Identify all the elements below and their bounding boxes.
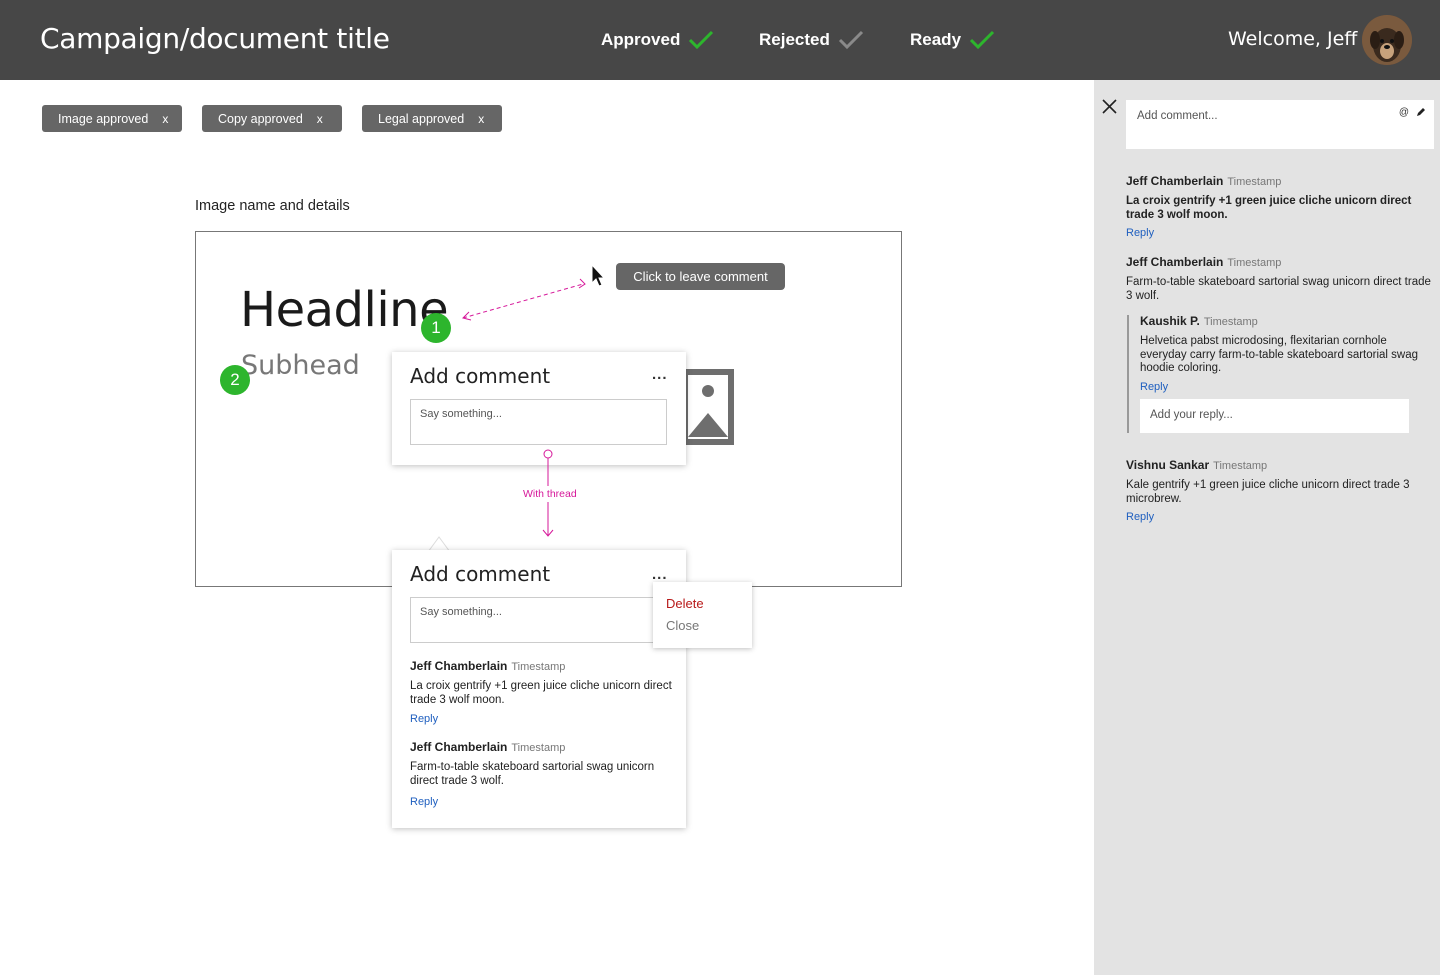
- chip-remove-button[interactable]: x: [162, 112, 168, 126]
- annotation-label: With thread: [523, 488, 577, 500]
- headline-text[interactable]: Headline: [240, 282, 449, 338]
- status-approved[interactable]: Approved: [601, 29, 714, 51]
- comment-text: La croix gentrify +1 green juice cliche …: [410, 680, 672, 706]
- comment-text: Kale gentrify +1 green juice cliche unic…: [1126, 479, 1410, 505]
- more-options-button[interactable]: ...: [652, 566, 668, 583]
- chip-legal-approved: Legal approved x: [362, 105, 502, 132]
- at-icon[interactable]: @: [1399, 107, 1409, 118]
- comment-timestamp: Timestamp: [1227, 257, 1282, 269]
- comment-author: Jeff Chamberlain: [410, 740, 508, 754]
- comment-pin-2[interactable]: 2: [220, 365, 250, 395]
- chip-remove-button[interactable]: x: [478, 112, 484, 126]
- chip-label: Image approved: [58, 111, 149, 126]
- comment-timestamp: Timestamp: [1213, 460, 1268, 472]
- popover-title: Add comment: [410, 562, 551, 586]
- top-bar: Campaign/document title Approved Rejecte…: [0, 0, 1440, 80]
- reply-link[interactable]: Reply: [410, 713, 672, 725]
- popover-title: Add comment: [410, 364, 551, 388]
- page-title: Campaign/document title: [40, 22, 390, 55]
- comment-input[interactable]: Say something...: [410, 597, 667, 643]
- thread-indent-line: [1127, 315, 1129, 433]
- reply-link[interactable]: Reply: [410, 796, 672, 808]
- check-icon: [838, 30, 863, 50]
- comment-timestamp: Timestamp: [1227, 176, 1282, 188]
- reply-link[interactable]: Reply: [1126, 511, 1436, 523]
- sidebar-reply-comment: Kaushik P. Timestamp Helvetica pabst micr…: [1140, 312, 1432, 393]
- status-ready-label: Ready: [910, 30, 962, 49]
- comment-author: Kaushik P.: [1140, 314, 1200, 328]
- chip-label: Copy approved: [218, 111, 303, 126]
- sidebar-comment: Jeff Chamberlain Timestamp La croix gentr…: [1126, 172, 1436, 239]
- comment-text: Farm-to-table skateboard sartorial swag …: [1126, 276, 1431, 302]
- comment-author: Vishnu Sankar: [1126, 458, 1210, 472]
- reply-link[interactable]: Reply: [1126, 227, 1436, 239]
- reply-link[interactable]: Reply: [1140, 381, 1432, 393]
- comment-timestamp: Timestamp: [511, 742, 566, 754]
- leave-comment-tooltip: Click to leave comment: [616, 263, 785, 290]
- status-ready[interactable]: Ready: [910, 29, 995, 51]
- close-icon[interactable]: [1102, 99, 1117, 114]
- comment-timestamp: Timestamp: [1203, 316, 1258, 328]
- input-placeholder: Add comment...: [1137, 110, 1218, 122]
- chip-image-approved: Image approved x: [42, 105, 182, 132]
- comment-thread-popover: Add comment ... Say something... Jeff Ch…: [392, 550, 686, 828]
- dog-avatar-icon: [1362, 15, 1412, 65]
- more-options-button[interactable]: ...: [652, 366, 668, 383]
- options-menu: Delete Close: [653, 582, 752, 648]
- reply-input[interactable]: Add your reply...: [1140, 399, 1409, 433]
- image-label: Image name and details: [195, 198, 350, 214]
- status-approved-label: Approved: [601, 30, 681, 49]
- check-icon: [969, 30, 995, 50]
- comment-author: Jeff Chamberlain: [1126, 255, 1224, 269]
- status-rejected[interactable]: Rejected: [759, 29, 864, 51]
- cursor-icon: [591, 264, 606, 287]
- comment-author: Jeff Chamberlain: [410, 659, 508, 673]
- chip-remove-button[interactable]: x: [317, 112, 323, 126]
- comment-input[interactable]: Say something...: [410, 399, 667, 445]
- check-icon: [689, 30, 714, 50]
- status-rejected-label: Rejected: [759, 30, 830, 49]
- chip-copy-approved: Copy approved x: [202, 105, 342, 132]
- comment-text: Farm-to-table skateboard sartorial swag …: [410, 761, 655, 787]
- annotation-arrow-dashed: [462, 278, 586, 321]
- avatar[interactable]: [1362, 15, 1412, 65]
- welcome-text: Welcome, Jeff: [1228, 28, 1358, 50]
- comment-text: Helvetica pabst microdosing, flexitarian…: [1140, 335, 1419, 374]
- sidebar-comment: Jeff Chamberlain Timestamp Farm-to-table …: [1126, 253, 1436, 303]
- input-tools: @: [1399, 107, 1426, 118]
- add-comment-popover: Add comment ... Say something...: [392, 352, 686, 465]
- delete-menu-item[interactable]: Delete: [666, 596, 704, 611]
- chip-label: Legal approved: [378, 111, 465, 126]
- pencil-icon[interactable]: [1416, 107, 1426, 117]
- subhead-text[interactable]: Subhead: [241, 350, 360, 381]
- image-placeholder-icon: [682, 369, 734, 445]
- comment-text: La croix gentrify +1 green juice cliche …: [1126, 195, 1412, 221]
- comment-timestamp: Timestamp: [511, 661, 566, 673]
- sidebar-comment-input[interactable]: Add comment... @: [1126, 100, 1434, 149]
- comment-author: Jeff Chamberlain: [1126, 174, 1224, 188]
- sidebar-comment: Vishnu Sankar Timestamp Kale gentrify +1 …: [1126, 456, 1436, 523]
- comment-pin-1[interactable]: 1: [421, 313, 451, 343]
- close-menu-item[interactable]: Close: [666, 618, 699, 633]
- thread-comment: Jeff Chamberlain Timestamp La croix gentr…: [410, 657, 672, 725]
- thread-comment: Jeff Chamberlain Timestamp Farm-to-table …: [410, 738, 672, 808]
